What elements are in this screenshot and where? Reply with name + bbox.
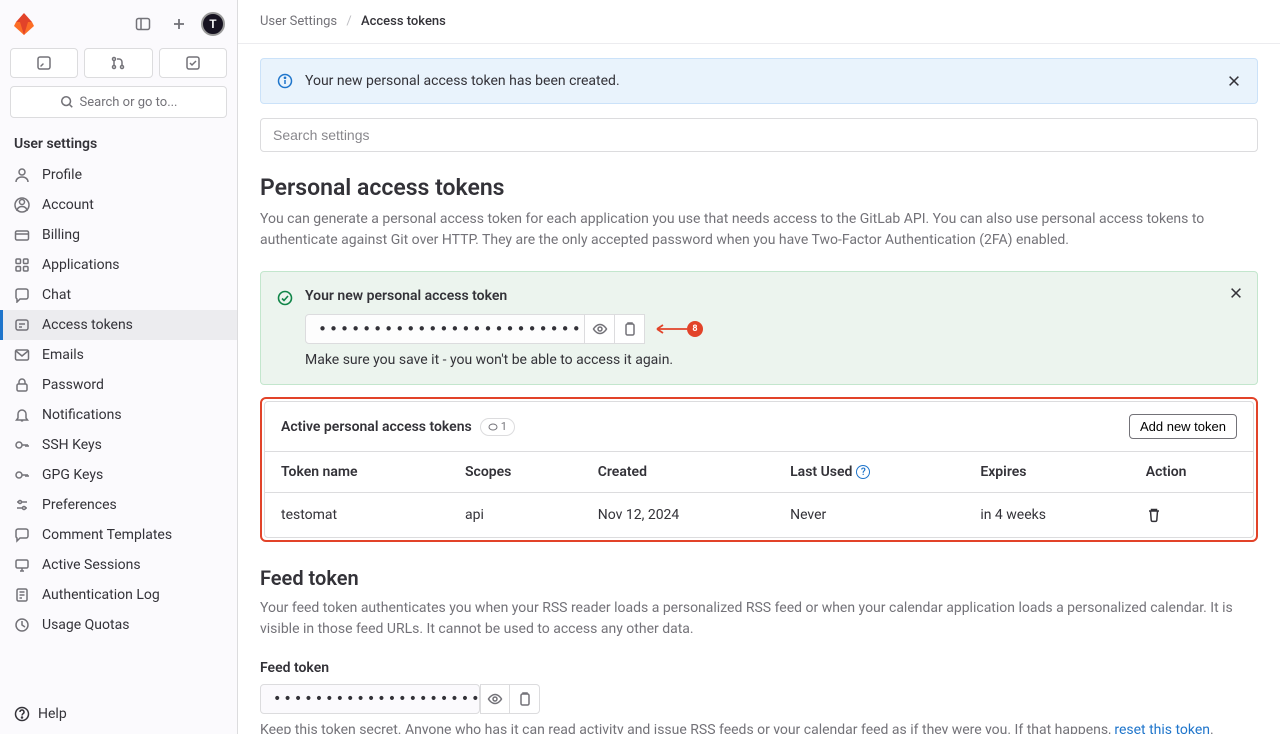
token-icon	[14, 317, 30, 333]
alert-text: Your new personal access token has been …	[305, 73, 620, 89]
info-icon	[277, 73, 293, 89]
sidebar-item-gpg-keys[interactable]: GPG Keys	[0, 460, 237, 490]
feed-token-title: Feed token	[260, 566, 1258, 590]
copy-token-button[interactable]	[615, 314, 645, 344]
email-icon	[14, 347, 30, 363]
sidebar-item-chat[interactable]: Chat	[0, 280, 237, 310]
sidebar-toggle-icon[interactable]	[129, 10, 157, 38]
reveal-feed-token-button[interactable]	[480, 684, 510, 714]
plus-icon[interactable]	[165, 10, 193, 38]
reset-token-link[interactable]: reset this token	[1114, 722, 1210, 734]
preferences-icon	[14, 497, 30, 513]
page-description: You can generate a personal access token…	[260, 209, 1258, 251]
new-token-panel: Your new personal access token •••••••••…	[260, 271, 1258, 385]
sidebar-item-account[interactable]: Account	[0, 190, 237, 220]
sidebar-heading: User settings	[0, 128, 237, 160]
callout-arrow: 8	[653, 321, 703, 337]
close-alert-button[interactable]	[1227, 74, 1241, 88]
trash-icon	[1146, 507, 1162, 523]
col-scopes: Scopes	[449, 452, 582, 493]
col-expires: Expires	[964, 452, 1129, 493]
token-value-field[interactable]: ••••••••••••••••••••••••••	[305, 314, 585, 344]
help-button[interactable]: Help	[0, 693, 237, 734]
breadcrumb-current: Access tokens	[361, 14, 446, 29]
reveal-token-button[interactable]	[585, 314, 615, 344]
sidebar-item-billing[interactable]: Billing	[0, 220, 237, 250]
sidebar-item-profile[interactable]: Profile	[0, 160, 237, 190]
key-icon	[14, 467, 30, 483]
apps-icon	[14, 257, 30, 273]
copy-feed-token-button[interactable]	[510, 684, 540, 714]
new-token-title: Your new personal access token	[305, 288, 1241, 304]
sidebar-item-password[interactable]: Password	[0, 370, 237, 400]
breadcrumb: User Settings / Access tokens	[238, 0, 1280, 44]
callout-badge: 8	[687, 321, 703, 337]
sidebar-item-ssh-keys[interactable]: SSH Keys	[0, 430, 237, 460]
col-last-used: Last Used?	[774, 452, 964, 493]
active-tokens-highlight: Active personal access tokens 1 Add new …	[260, 397, 1258, 542]
clipboard-icon	[517, 691, 533, 707]
sidebar-item-active-sessions[interactable]: Active Sessions	[0, 550, 237, 580]
profile-icon	[14, 167, 30, 183]
sidebar-quick-buttons	[0, 48, 237, 86]
col-created: Created	[582, 452, 774, 493]
active-tokens-card: Active personal access tokens 1 Add new …	[264, 401, 1254, 538]
col-token-name: Token name	[265, 452, 449, 493]
table-row: testomat api Nov 12, 2024 Never in 4 wee…	[265, 493, 1253, 538]
monitor-icon	[14, 557, 30, 573]
todos-button[interactable]	[159, 48, 227, 78]
search-icon	[60, 95, 74, 109]
sidebar-item-authentication-log[interactable]: Authentication Log	[0, 580, 237, 610]
token-count-badge: 1	[480, 418, 515, 436]
sidebar-nav: Profile Account Billing Applications Cha…	[0, 160, 237, 693]
col-action: Action	[1130, 452, 1253, 493]
feed-token-desc: Your feed token authenticates you when y…	[260, 598, 1258, 640]
feed-token-note: Keep this token secret. Anyone who has i…	[260, 722, 1258, 734]
sidebar-item-access-tokens[interactable]: Access tokens	[0, 310, 237, 340]
sidebar-item-notifications[interactable]: Notifications	[0, 400, 237, 430]
key-icon	[14, 437, 30, 453]
comment-icon	[14, 527, 30, 543]
close-token-panel-button[interactable]	[1229, 286, 1243, 300]
search-button[interactable]: Search or go to...	[10, 86, 227, 118]
page-title: Personal access tokens	[260, 174, 1258, 201]
sidebar-top: T	[0, 0, 237, 48]
sidebar-item-comment-templates[interactable]: Comment Templates	[0, 520, 237, 550]
token-note: Make sure you save it - you won't be abl…	[305, 352, 1241, 368]
log-icon	[14, 587, 30, 603]
success-icon	[277, 290, 293, 306]
billing-icon	[14, 227, 30, 243]
search-settings-input[interactable]	[260, 118, 1258, 152]
lock-icon	[14, 377, 30, 393]
main-content: User Settings / Access tokens Your new p…	[238, 0, 1280, 734]
add-new-token-button[interactable]: Add new token	[1129, 414, 1237, 439]
clipboard-icon	[622, 321, 638, 337]
eye-icon	[592, 321, 608, 337]
eye-icon	[487, 691, 503, 707]
chat-icon	[14, 287, 30, 303]
bell-icon	[14, 407, 30, 423]
breadcrumb-parent[interactable]: User Settings	[260, 14, 337, 29]
issues-button[interactable]	[10, 48, 78, 78]
help-icon[interactable]: ?	[856, 465, 870, 479]
sidebar-item-usage-quotas[interactable]: Usage Quotas	[0, 610, 237, 640]
revoke-token-button[interactable]	[1146, 507, 1237, 523]
merge-requests-button[interactable]	[84, 48, 152, 78]
feed-token-label: Feed token	[260, 660, 1258, 676]
info-alert: Your new personal access token has been …	[260, 58, 1258, 104]
sidebar: T Search or go to... User settings Profi…	[0, 0, 238, 734]
sidebar-item-preferences[interactable]: Preferences	[0, 490, 237, 520]
quota-icon	[14, 617, 30, 633]
help-icon	[14, 706, 30, 722]
search-label: Search or go to...	[80, 95, 178, 110]
sidebar-item-emails[interactable]: Emails	[0, 340, 237, 370]
gitlab-logo-icon[interactable]	[12, 12, 36, 36]
active-tokens-title: Active personal access tokens	[281, 419, 472, 435]
tokens-table: Token name Scopes Created Last Used? Exp…	[265, 452, 1253, 537]
feed-token-field[interactable]: ••••••••••••••••••••••••••	[260, 684, 480, 714]
account-icon	[14, 197, 30, 213]
sidebar-item-applications[interactable]: Applications	[0, 250, 237, 280]
user-avatar[interactable]: T	[201, 12, 225, 36]
